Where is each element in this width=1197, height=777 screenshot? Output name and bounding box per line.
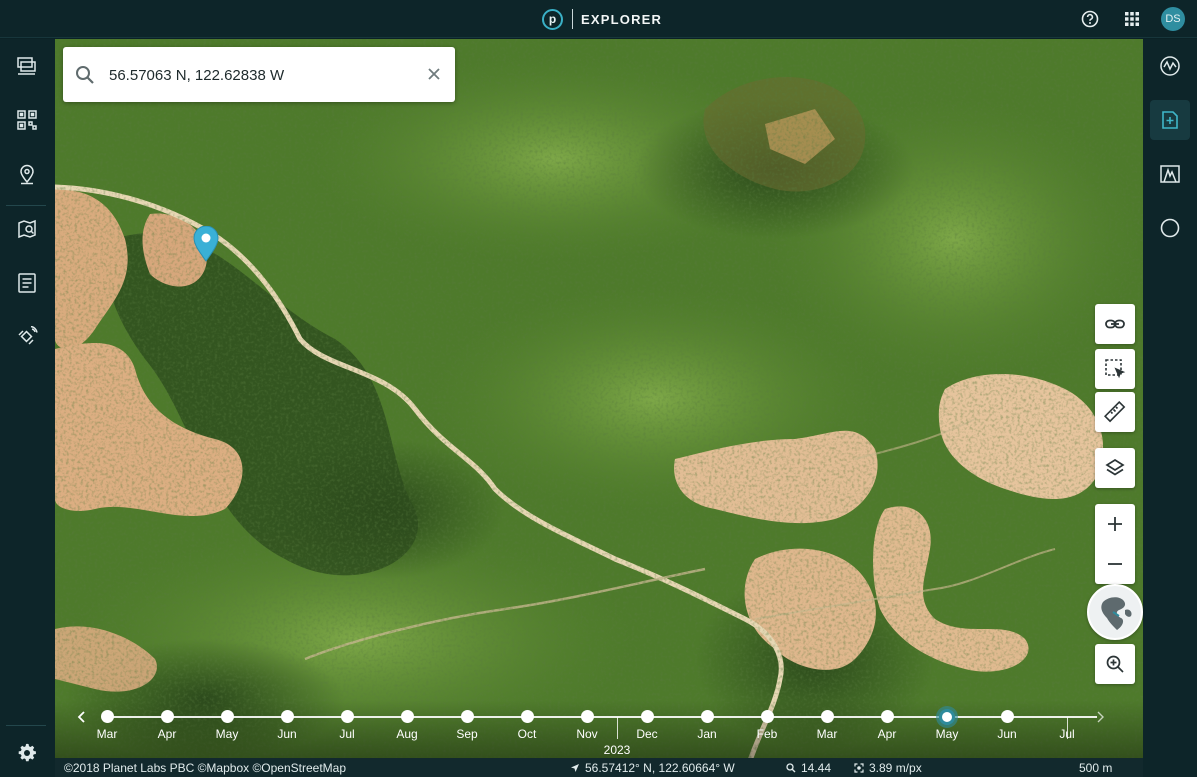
top-bar: p EXPLORER DS bbox=[0, 0, 1197, 38]
zoom-level-text: 14.44 bbox=[801, 761, 832, 775]
globe-view-button[interactable] bbox=[1087, 584, 1143, 640]
resolution-text: 3.89 m/px bbox=[869, 761, 922, 775]
layers-button[interactable] bbox=[1095, 448, 1135, 488]
timeline-dot-feb[interactable] bbox=[760, 710, 774, 723]
brand-separator bbox=[572, 9, 573, 29]
timeline-month-label[interactable]: May bbox=[927, 727, 967, 741]
link-icon bbox=[1105, 319, 1125, 329]
zoom-to-selection-button[interactable] bbox=[1095, 644, 1135, 684]
add-annotation-icon[interactable] bbox=[1150, 100, 1190, 140]
zoom-level: 14.44 bbox=[786, 761, 831, 775]
timeline-dot-jul[interactable] bbox=[340, 710, 354, 723]
measure-button[interactable] bbox=[1095, 392, 1135, 432]
timeline-dot-mar[interactable] bbox=[100, 710, 114, 723]
status-bar: ©2018 Planet Labs PBC ©Mapbox ©OpenStree… bbox=[55, 758, 1143, 777]
cursor-arrow-icon bbox=[571, 764, 579, 772]
timeline-month-label[interactable]: Jun bbox=[267, 727, 307, 741]
left-sidebar bbox=[0, 39, 55, 777]
settings-gear-icon[interactable] bbox=[7, 733, 47, 773]
timeline-month-label[interactable]: Jun bbox=[987, 727, 1027, 741]
search-icon bbox=[76, 66, 94, 84]
measure-ruler-icon bbox=[1104, 401, 1126, 423]
contrast-moon-icon[interactable] bbox=[1150, 208, 1190, 248]
timeline-month-label[interactable]: May bbox=[207, 727, 247, 741]
cursor-coordinates-text: 56.57412° N, 122.60664° W bbox=[585, 761, 735, 775]
user-avatar[interactable]: DS bbox=[1161, 7, 1185, 31]
app-title: EXPLORER bbox=[581, 11, 663, 27]
zoom-in-plus-icon bbox=[1108, 517, 1122, 531]
satellite-tasking-icon[interactable] bbox=[7, 317, 47, 357]
timeline-dot-apr[interactable] bbox=[160, 710, 174, 723]
timeline-dot-apr[interactable] bbox=[880, 710, 894, 723]
timeline-month-label[interactable]: Dec bbox=[627, 727, 667, 741]
zoom-out-minus-icon bbox=[1108, 563, 1122, 565]
search-box[interactable] bbox=[63, 47, 455, 102]
search-input[interactable] bbox=[109, 62, 409, 88]
timeline-prev-icon[interactable] bbox=[74, 709, 90, 725]
year-boundary-tick bbox=[617, 717, 618, 739]
timeline-dot-jun[interactable] bbox=[1000, 710, 1014, 723]
select-area-icon bbox=[1105, 359, 1126, 379]
globe-icon bbox=[1089, 586, 1141, 638]
timeline-month-label[interactable]: Sep bbox=[447, 727, 487, 741]
sidebar-divider bbox=[6, 725, 46, 726]
timeline-dot-sep[interactable] bbox=[460, 710, 474, 723]
timeline-month-label[interactable]: Apr bbox=[867, 727, 907, 741]
satellite-imagery bbox=[55, 39, 1143, 777]
timeline-month-label[interactable]: Aug bbox=[387, 727, 427, 741]
analysis-spectrum-icon[interactable] bbox=[1150, 46, 1190, 86]
zoom-magnifier-icon bbox=[1106, 655, 1124, 673]
planet-logo-icon: p bbox=[542, 8, 563, 30]
timeline-dot-oct[interactable] bbox=[520, 710, 534, 723]
terrain-profile-icon[interactable] bbox=[1150, 154, 1190, 194]
imagery-stack-icon[interactable] bbox=[7, 46, 47, 86]
timeline-year-label: 2023 bbox=[603, 743, 631, 757]
timeline-dot-aug[interactable] bbox=[400, 710, 414, 723]
timeline-month-label[interactable]: Apr bbox=[147, 727, 187, 741]
timeline-next-icon[interactable] bbox=[1092, 709, 1108, 725]
apps-grid-icon[interactable] bbox=[1122, 9, 1142, 29]
imagery-timeline: Mar Apr May Jun Jul Aug Sep Oct Nov Dec Jan Feb Mar A… bbox=[55, 700, 1143, 758]
help-icon[interactable] bbox=[1080, 9, 1100, 29]
timeline-month-label[interactable]: Jul bbox=[327, 727, 367, 741]
timeline-dot-may[interactable] bbox=[939, 709, 955, 725]
timeline-month-label[interactable]: Oct bbox=[507, 727, 547, 741]
select-area-button[interactable] bbox=[1095, 349, 1135, 389]
timeline-dot-dec[interactable] bbox=[640, 710, 654, 723]
resolution: 3.89 m/px bbox=[854, 761, 922, 775]
location-pin-icon[interactable] bbox=[7, 154, 47, 194]
timeline-month-label[interactable]: Mar bbox=[87, 727, 127, 741]
location-marker-icon[interactable] bbox=[192, 226, 220, 262]
timeline-dot-may[interactable] bbox=[220, 710, 234, 723]
qr-scan-icon[interactable] bbox=[7, 100, 47, 140]
notes-list-icon[interactable] bbox=[7, 263, 47, 303]
right-sidebar bbox=[1143, 39, 1197, 777]
resolution-icon bbox=[854, 763, 864, 773]
timeline-month-label[interactable]: Mar bbox=[807, 727, 847, 741]
map-pin-list-icon[interactable] bbox=[7, 209, 47, 249]
map-attribution[interactable]: ©2018 Planet Labs PBC ©Mapbox ©OpenStree… bbox=[64, 761, 346, 775]
timeline-month-label[interactable]: Jan bbox=[687, 727, 727, 741]
share-link-button[interactable] bbox=[1095, 304, 1135, 344]
timeline-month-label[interactable]: Nov bbox=[567, 727, 607, 741]
timeline-dot-jan[interactable] bbox=[700, 710, 714, 723]
timeline-dot-nov[interactable] bbox=[580, 710, 594, 723]
clear-search-icon[interactable] bbox=[425, 65, 443, 83]
timeline-month-label[interactable]: Feb bbox=[747, 727, 787, 741]
sidebar-divider bbox=[6, 205, 46, 206]
zoom-level-icon bbox=[786, 763, 796, 773]
zoom-in-button[interactable] bbox=[1095, 504, 1135, 544]
satellite-map[interactable] bbox=[55, 39, 1143, 777]
cursor-coordinates: 56.57412° N, 122.60664° W bbox=[570, 761, 735, 775]
layers-icon bbox=[1105, 458, 1125, 476]
zoom-out-button[interactable] bbox=[1095, 544, 1135, 584]
zoom-controls bbox=[1095, 504, 1135, 584]
brand[interactable]: p EXPLORER bbox=[542, 8, 662, 30]
scale-bar-label: 500 m bbox=[1079, 761, 1113, 775]
timeline-dot-jun[interactable] bbox=[280, 710, 294, 723]
timeline-dot-mar[interactable] bbox=[820, 710, 834, 723]
timeline-end-tick bbox=[1067, 717, 1068, 739]
